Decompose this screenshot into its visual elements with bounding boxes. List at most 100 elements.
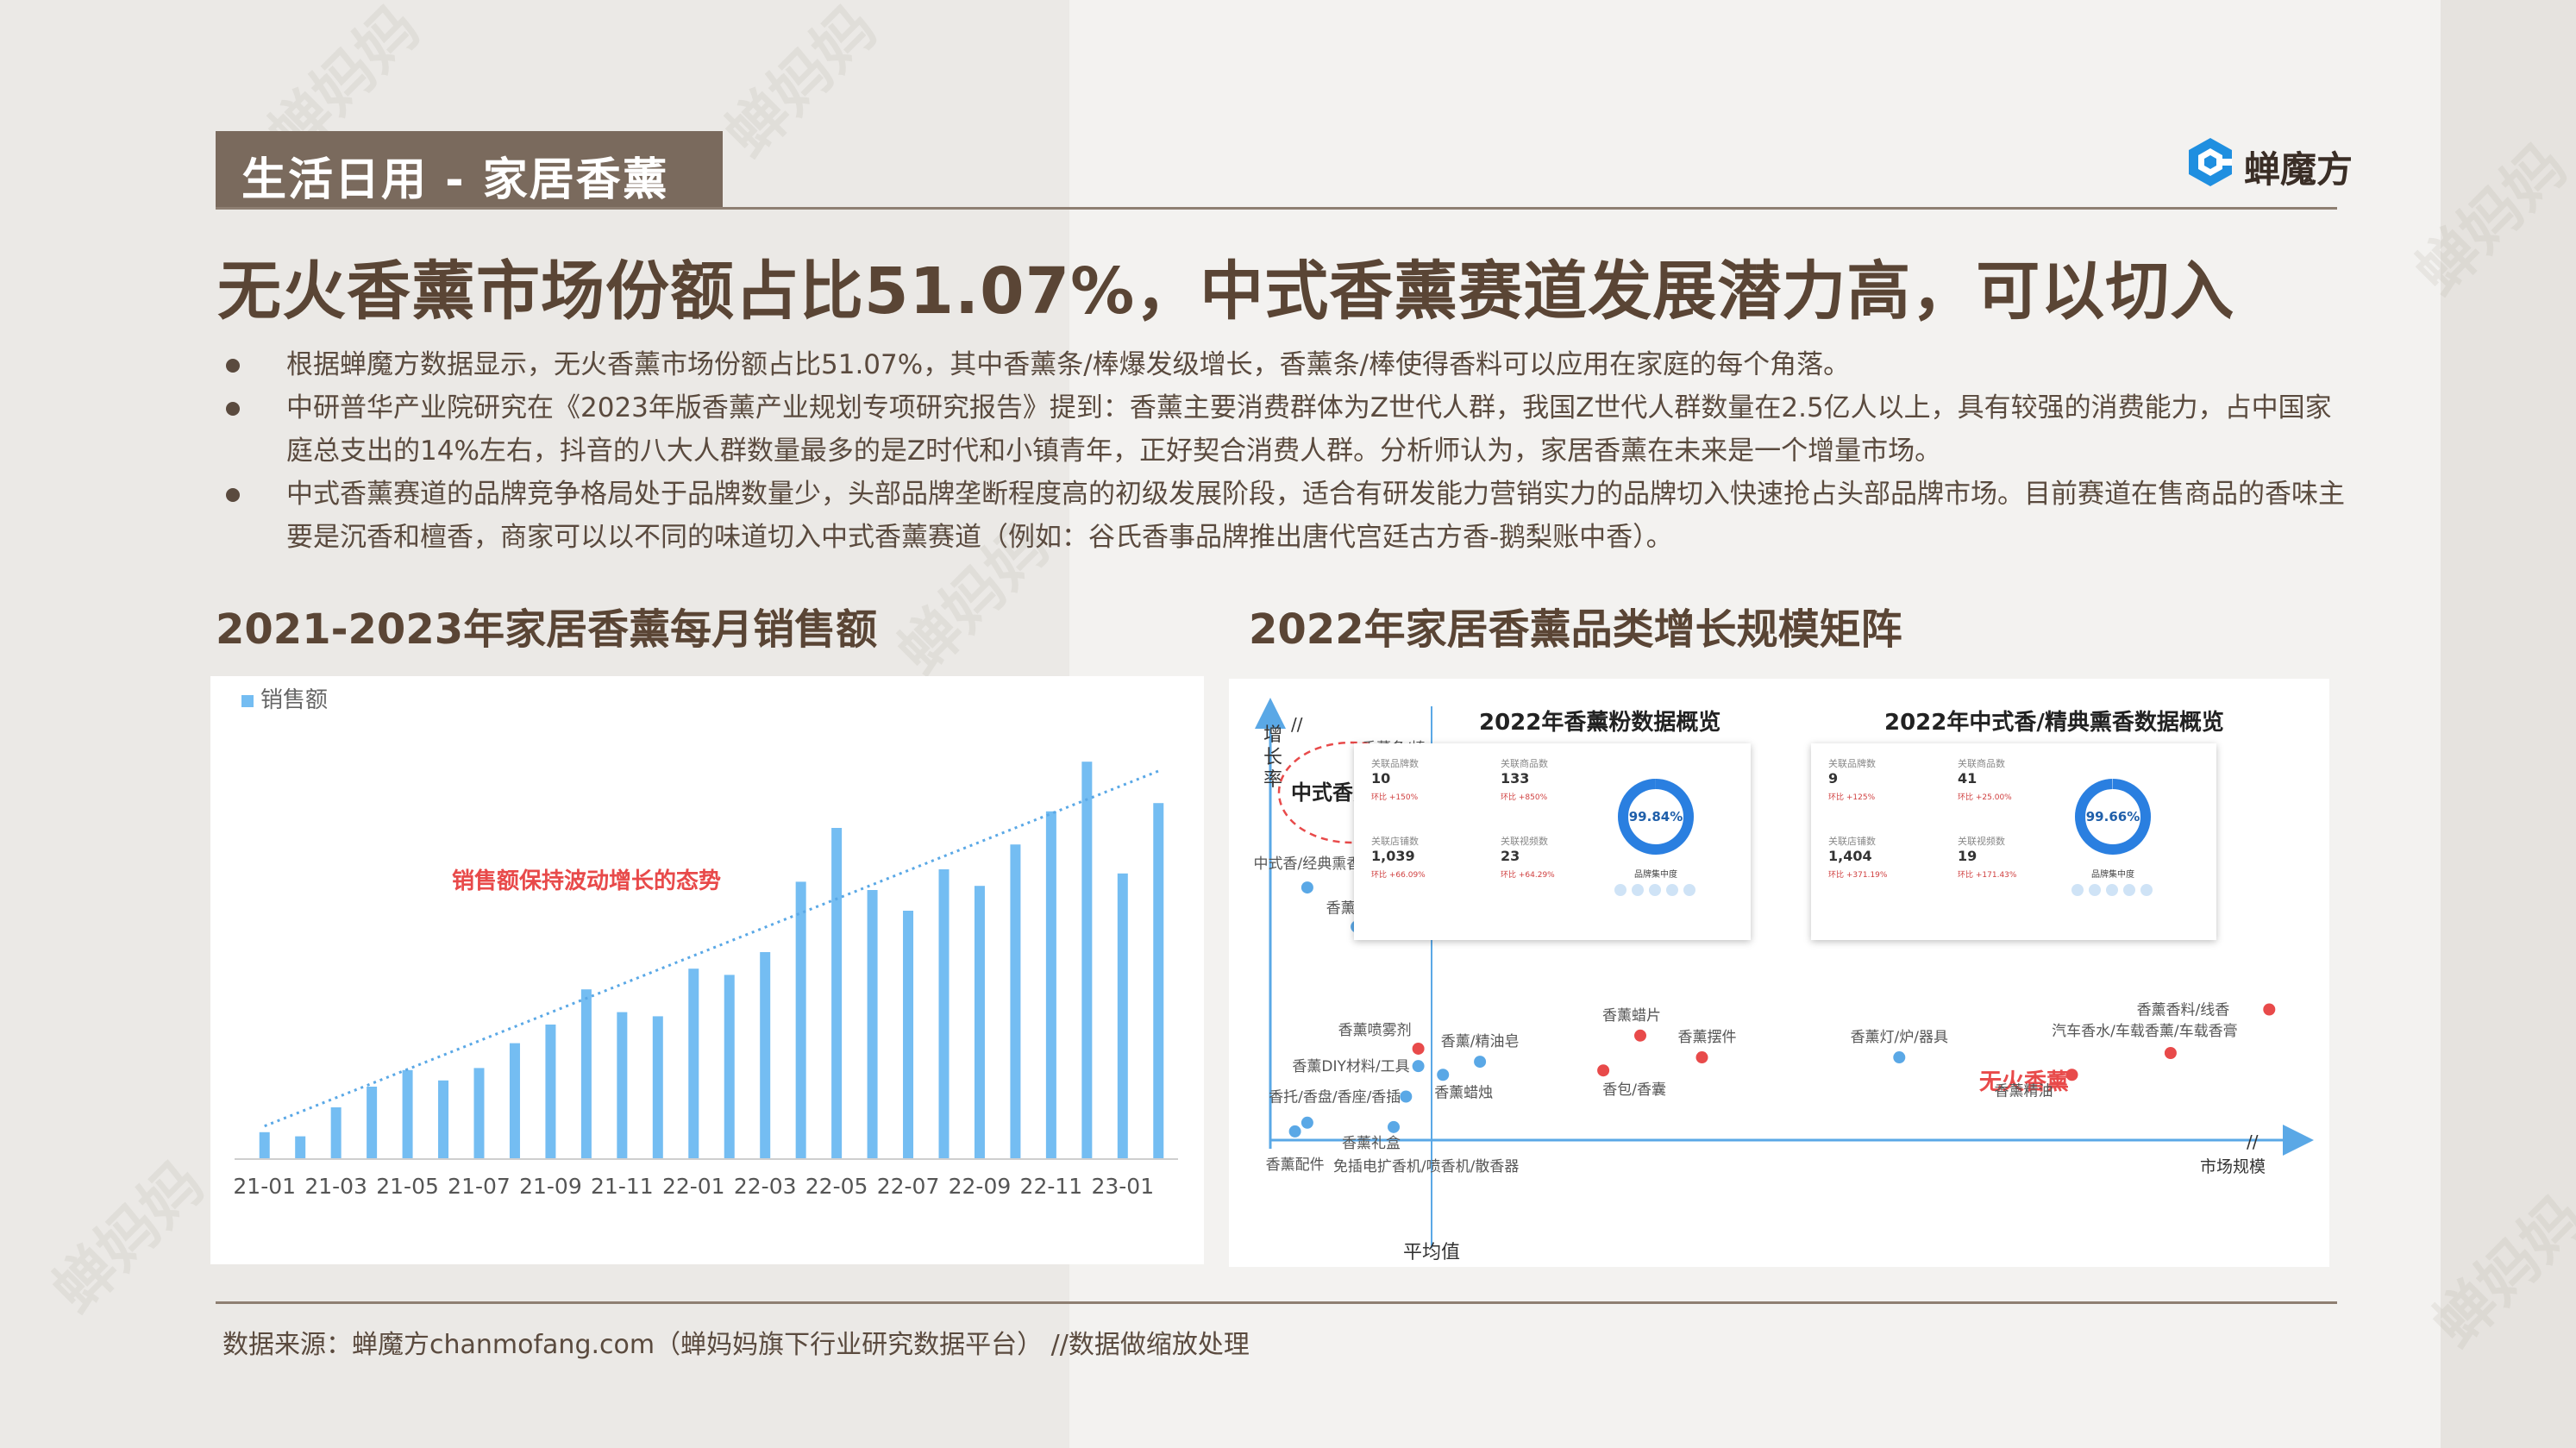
matrix-point — [1634, 1029, 1646, 1042]
brand-chip-icon — [2123, 884, 2135, 896]
bar-22-09 — [974, 886, 985, 1159]
bar-22-10 — [1010, 844, 1021, 1159]
bar-22-08 — [938, 869, 950, 1159]
matrix-point-label: 汽车香水/车载香薰/车载香膏 — [2052, 1022, 2237, 1040]
concentration-donut: 99.66% — [2075, 779, 2151, 855]
matrix-point-label: 香薰灯/炉/器具 — [1851, 1029, 1948, 1046]
matrix-point — [1437, 1069, 1450, 1081]
bar-21-01 — [259, 1131, 270, 1159]
metric-value: 41 — [1958, 770, 1977, 787]
x-tick-label: 22-07 — [877, 1174, 940, 1199]
left-section-title: 2021-2023年家居香薰每月销售额 — [216, 605, 878, 654]
x-tick-label: 21-05 — [376, 1174, 439, 1199]
matrix-point-label: 香薰/精油皂 — [1441, 1033, 1520, 1050]
y-axis-title-char: 增 — [1263, 724, 1282, 746]
matrix-point-label: 香薰喷雾剂 — [1338, 1022, 1412, 1039]
x-axis-title: 市场规模 — [2200, 1157, 2266, 1176]
donut-value: 99.84% — [1629, 809, 1683, 824]
matrix-point — [1388, 1120, 1400, 1133]
donut-caption: 品牌集中度 — [2091, 870, 2134, 880]
metric-label: 关联店铺数 — [1828, 836, 1876, 847]
donut-value: 99.66% — [2086, 809, 2140, 824]
brand-chip-icon — [1632, 884, 1644, 896]
bar-21-03 — [330, 1107, 342, 1159]
brand-chip-icon — [2106, 884, 2118, 896]
matrix-point-label: 香薰蜡烛 — [1434, 1084, 1493, 1101]
brand-chip-icon — [1614, 884, 1626, 896]
metric-change: 环比 +64.29% — [1501, 871, 1555, 880]
matrix-point-label: 香包/香囊 — [1602, 1081, 1666, 1099]
metric-value: 9 — [1828, 770, 1839, 787]
axis-break-mark: // — [1291, 714, 1303, 735]
matrix-point-label: 香薰蜡片 — [1602, 1007, 1661, 1025]
metric-label: 关联品牌数 — [1371, 758, 1419, 769]
bar-21-09 — [545, 1025, 556, 1159]
matrix-point — [1893, 1051, 1906, 1064]
brand-chip-icon — [2089, 884, 2101, 896]
brand-chip-icon — [2071, 884, 2084, 896]
x-tick-label: 21-01 — [233, 1174, 296, 1199]
matrix-point-label: 香托/香盘/香座/香插 — [1269, 1089, 1401, 1106]
metric-value: 133 — [1501, 770, 1530, 787]
x-tick-label: 22-09 — [949, 1174, 1012, 1199]
bar-21-11 — [617, 1012, 628, 1159]
bar-21-08 — [509, 1043, 520, 1159]
brand-name: 蝉魔方 — [2244, 148, 2353, 191]
axis-break-mark: // — [2247, 1131, 2259, 1152]
metric-label: 关联店铺数 — [1371, 836, 1419, 847]
metric-label: 关联视频数 — [1501, 836, 1548, 847]
matrix-point — [1301, 881, 1313, 894]
bullet-item: 中研普华产业院研究在《2023年版香薰产业规划专项研究报告》提到：香薰主要消费群… — [226, 386, 2347, 473]
bar-22-07 — [903, 911, 914, 1159]
bar-22-06 — [867, 890, 878, 1159]
card-title: 2022年香薰粉数据概览 — [1479, 710, 1721, 736]
matrix-point-label: 香薰DIY材料/工具 — [1292, 1058, 1409, 1075]
page-headline: 无火香薰市场份额占比51.07%，中式香薰赛道发展潜力高，可以切入 — [217, 254, 2235, 329]
sales-bar-chart: 销售额 销售额保持波动增长的态势 21-01 21-03 21-05 21-07 21-… — [233, 687, 1178, 1199]
x-tick-label: 22-05 — [805, 1174, 868, 1199]
x-tick-label: 22-11 — [1020, 1174, 1083, 1199]
bar-21-10 — [580, 989, 592, 1159]
data-source-note: 数据来源：蝉魔方chanmofang.com（蝉妈妈旗下行业研究数据平台） //… — [223, 1330, 1250, 1360]
bar-21-04 — [367, 1087, 378, 1159]
matrix-point-label: 香薰配件 — [1266, 1157, 1325, 1174]
legend-label: 销售额 — [260, 687, 328, 713]
concentration-donut: 99.84% — [1618, 779, 1694, 855]
matrix-point-label: 中式香/经典熏香 — [1254, 856, 1362, 873]
bullet-item: 中式香薰赛道的品牌竞争格局处于品牌数量少，头部品牌垄断程度高的初级发展阶段，适合… — [226, 473, 2347, 559]
matrix-point-label: 香薰香料/线香 — [2137, 1002, 2230, 1019]
x-tick-label: 21-11 — [591, 1174, 654, 1199]
x-tick-label: 21-07 — [448, 1174, 511, 1199]
y-axis-title-char: 长 — [1263, 747, 1282, 768]
bar-22-12 — [1081, 762, 1093, 1159]
matrix-point — [1288, 1125, 1301, 1138]
metric-change: 环比 +171.43% — [1958, 871, 2017, 880]
bar-22-02 — [724, 975, 735, 1159]
metric-change: 环比 +125% — [1828, 793, 1876, 802]
x-tick-label: 23-01 — [1091, 1174, 1154, 1199]
bar-21-12 — [652, 1016, 663, 1159]
matrix-point — [1301, 1116, 1313, 1129]
matrix-point — [1695, 1051, 1708, 1064]
brand-chip-icon — [1649, 884, 1661, 896]
metric-change: 环比 +25.00% — [1958, 793, 2012, 802]
bar-22-03 — [760, 952, 771, 1159]
metric-label: 关联商品数 — [1501, 758, 1548, 769]
matrix-point-label: 香薰精油 — [1995, 1082, 2053, 1100]
header-divider — [216, 207, 2337, 210]
donut-caption: 品牌集中度 — [1634, 870, 1677, 880]
metric-change: 环比 +66.09% — [1371, 871, 1426, 880]
growth-matrix-panel: 增 长 率 // // 市场规模 平均值 中式香薰 无火香薰 香薰条/棒中式香/… — [1229, 679, 2329, 1267]
footer-divider — [216, 1301, 2337, 1304]
bar-22-05 — [831, 828, 843, 1159]
legend-swatch — [241, 695, 254, 707]
chart-annotation: 销售额保持波动增长的态势 — [452, 868, 721, 894]
matrix-point — [1474, 1056, 1487, 1069]
bar-23-01 — [1117, 873, 1128, 1159]
brand-chip-icon — [2140, 884, 2153, 896]
metric-change: 环比 +850% — [1501, 793, 1548, 802]
bar-23-02 — [1153, 803, 1164, 1159]
metric-label: 关联品牌数 — [1828, 758, 1876, 769]
bar-21-05 — [402, 1069, 413, 1159]
bar-22-11 — [1045, 811, 1056, 1159]
